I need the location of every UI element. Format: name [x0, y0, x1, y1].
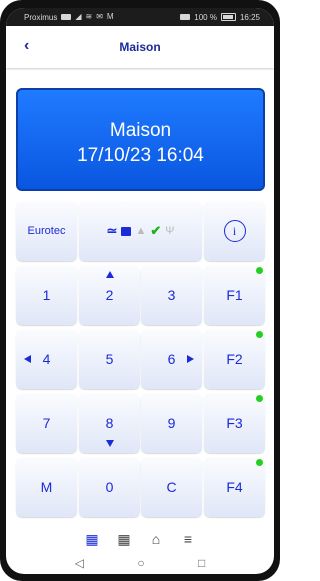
- key-2[interactable]: 2: [79, 265, 140, 325]
- keypad-tab-icon[interactable]: ▦: [82, 532, 102, 546]
- f3-indicator: [256, 395, 263, 402]
- arrow-right-icon: [187, 355, 194, 363]
- key-f4-label: F4: [226, 479, 243, 495]
- lcd-display: Maison 17/10/23 16:04: [16, 88, 265, 191]
- nav-back-icon[interactable]: ◁: [75, 556, 84, 570]
- key-6[interactable]: 6: [141, 329, 202, 389]
- status-left: Proximus ◢ ≋ ✉ M: [24, 13, 114, 22]
- wifi-icon: ≋: [85, 12, 93, 21]
- f2-indicator: [256, 331, 263, 338]
- display-line-1: Maison: [109, 120, 172, 141]
- key-1[interactable]: 1: [16, 265, 77, 325]
- key-4-label: 4: [42, 351, 51, 367]
- key-m[interactable]: M: [16, 457, 77, 517]
- status-icons: ≃ ▲ ✔ Ψ: [107, 223, 175, 239]
- key-f3-label: F3: [226, 415, 243, 431]
- key-f1[interactable]: F1: [204, 265, 265, 325]
- key-f2-label: F2: [226, 351, 243, 367]
- unlock-icon: [121, 226, 132, 236]
- key-9[interactable]: 9: [141, 393, 202, 453]
- key-2-label: 2: [105, 287, 114, 303]
- system-nav-bar: ◁ ○ □: [6, 552, 274, 574]
- f4-indicator: [256, 459, 263, 466]
- nav-home-icon[interactable]: ○: [137, 556, 144, 570]
- eurotec-button[interactable]: Eurotec: [16, 201, 77, 261]
- phone-frame: Proximus ◢ ≋ ✉ M 100 % 16:25 ‹ Maison Ma…: [0, 0, 280, 581]
- key-f2[interactable]: F2: [204, 329, 265, 389]
- bottom-tab-bar: ▦ ▦ ⌂ ≡: [6, 528, 274, 550]
- notification-icon: M: [106, 12, 114, 21]
- key-4[interactable]: 4: [16, 329, 77, 389]
- nav-recent-icon[interactable]: □: [198, 556, 205, 570]
- wave-icon: ≃: [106, 223, 118, 238]
- antenna-icon: Ψ: [165, 225, 175, 237]
- key-f3[interactable]: F3: [204, 393, 265, 453]
- arrow-up-icon: [105, 271, 114, 278]
- info-icon: i: [223, 220, 246, 242]
- key-6-label: 6: [167, 351, 176, 367]
- page-title: Maison: [119, 40, 161, 54]
- key-0[interactable]: 0: [79, 457, 140, 517]
- key-8[interactable]: 8: [79, 393, 140, 453]
- key-7[interactable]: 7: [16, 393, 77, 453]
- back-button[interactable]: ‹: [24, 38, 29, 54]
- clock: 16:25: [239, 12, 260, 22]
- keypad: Eurotec ≃ ▲ ✔ Ψ i 1 2 3 F1 4 5 6 F2 7 8 …: [16, 201, 265, 523]
- status-button[interactable]: ≃ ▲ ✔ Ψ: [79, 201, 202, 261]
- status-bar: Proximus ◢ ≋ ✉ M 100 % 16:25: [6, 8, 274, 26]
- key-3[interactable]: 3: [141, 265, 202, 325]
- display-line-2: 17/10/23 16:04: [77, 145, 204, 166]
- menu-tab-icon[interactable]: ≡: [178, 532, 198, 546]
- arrow-left-icon: [24, 355, 31, 363]
- key-8-label: 8: [105, 415, 114, 431]
- key-5[interactable]: 5: [79, 329, 140, 389]
- grid-tab-icon[interactable]: ▦: [114, 532, 134, 546]
- key-c[interactable]: C: [141, 457, 202, 517]
- info-button[interactable]: i: [204, 201, 265, 261]
- battery-percent: 100 %: [194, 12, 217, 22]
- f1-indicator: [256, 267, 263, 274]
- key-f1-label: F1: [226, 287, 243, 303]
- bell-icon: ▲: [135, 225, 147, 237]
- nfc-icon: [180, 14, 191, 20]
- volte-icon: [61, 14, 72, 20]
- check-icon: ✔: [150, 223, 162, 238]
- signal-icon: ◢: [75, 12, 82, 21]
- home-tab-icon[interactable]: ⌂: [146, 532, 166, 546]
- key-f4[interactable]: F4: [204, 457, 265, 517]
- battery-icon: [220, 13, 236, 21]
- app-screen: Proximus ◢ ≋ ✉ M 100 % 16:25 ‹ Maison Ma…: [6, 8, 274, 574]
- app-header: ‹ Maison: [6, 26, 274, 68]
- status-right: 100 % 16:25: [180, 13, 260, 22]
- carrier-label: Proximus: [24, 12, 58, 22]
- arrow-down-icon: [105, 440, 114, 447]
- mail-icon: ✉: [96, 12, 103, 21]
